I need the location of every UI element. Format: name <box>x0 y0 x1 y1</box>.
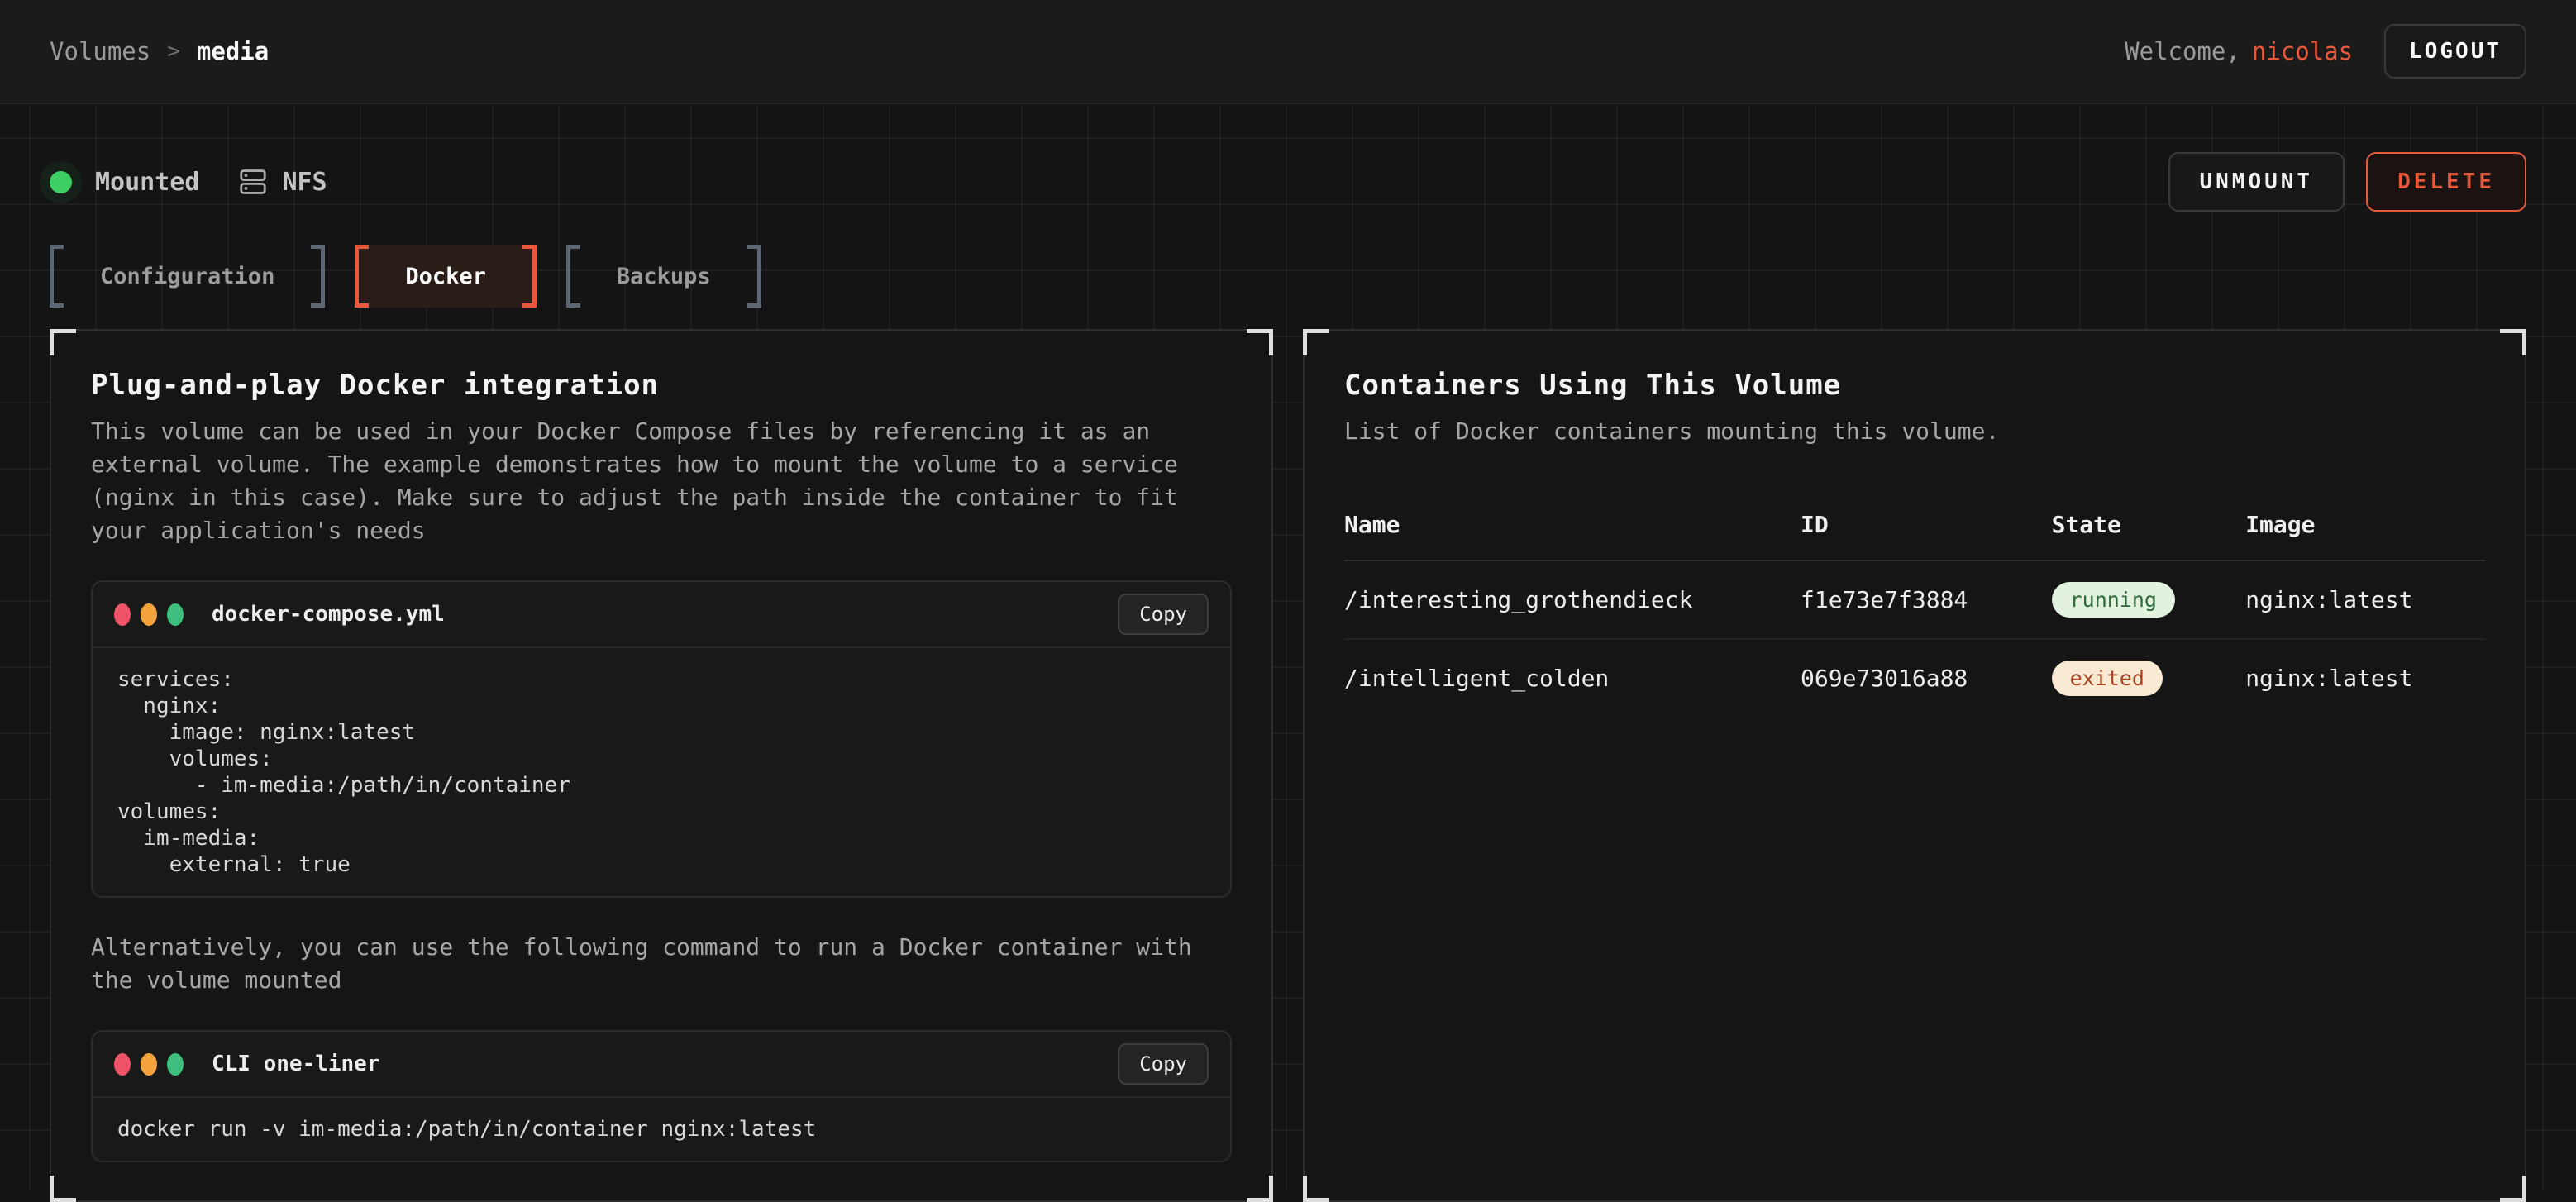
breadcrumb-volumes-link[interactable]: Volumes <box>50 37 150 65</box>
window-dot-red-icon <box>114 1053 131 1076</box>
column-header-image: Image <box>2245 499 2485 560</box>
panel-corner-icon <box>50 1176 76 1202</box>
username-text: nicolas <box>2252 37 2353 65</box>
panels-row: Plug-and-play Docker integration This vo… <box>50 329 2526 1202</box>
window-dot-red-icon <box>114 603 131 626</box>
compose-code-content: services: nginx: image: nginx:latest vol… <box>93 646 1230 896</box>
bracket-right-icon <box>522 245 537 308</box>
containers-table: Name ID State Image /interesting_grothen… <box>1344 499 2485 717</box>
logout-button[interactable]: LOGOUT <box>2384 24 2526 79</box>
tab-docker[interactable]: Docker <box>355 245 537 308</box>
column-header-id: ID <box>1801 499 2052 560</box>
docker-panel-description: This volume can be used in your Docker C… <box>91 415 1215 547</box>
panel-corner-icon <box>1247 329 1273 355</box>
compose-code-header: docker-compose.yml Copy <box>93 582 1230 646</box>
breadcrumb-current-volume: media <box>197 37 269 65</box>
mount-status-label: Mounted <box>95 168 199 197</box>
docker-panel-title: Plug-and-play Docker integration <box>91 369 1232 402</box>
panel-corner-icon <box>2500 1176 2526 1202</box>
containers-panel-subtitle: List of Docker containers mounting this … <box>1344 415 2469 448</box>
tab-configuration[interactable]: Configuration <box>50 245 325 308</box>
docker-integration-panel: Plug-and-play Docker integration This vo… <box>50 329 1273 1202</box>
compose-filename: docker-compose.yml <box>212 602 445 627</box>
cli-code-block: CLI one-liner Copy docker run -v im-medi… <box>91 1030 1232 1162</box>
tab-backups-label: Backups <box>580 245 747 308</box>
tab-bar: Configuration Docker Backups <box>50 245 2526 308</box>
state-badge: exited <box>2052 661 2163 696</box>
column-header-name: Name <box>1344 499 1801 560</box>
container-id: f1e73e7f3884 <box>1801 560 2052 639</box>
breadcrumb: Volumes > media <box>50 37 269 65</box>
panel-corner-icon <box>1303 1176 1329 1202</box>
cli-title: CLI one-liner <box>212 1052 380 1076</box>
panel-corner-icon <box>1247 1176 1273 1202</box>
cli-code-content: docker run -v im-media:/path/in/containe… <box>93 1096 1230 1161</box>
panel-corner-icon <box>50 329 76 355</box>
tab-backups[interactable]: Backups <box>566 245 761 308</box>
container-image: nginx:latest <box>2245 560 2485 639</box>
bracket-left-icon <box>566 245 580 308</box>
tab-docker-label: Docker <box>369 245 522 308</box>
table-row: /intelligent_colden 069e73016a88 exited … <box>1344 639 2485 717</box>
cli-intro-text: Alternatively, you can use the following… <box>91 931 1215 997</box>
volume-actions: UNMOUNT DELETE <box>2168 152 2527 212</box>
containers-panel: Containers Using This Volume List of Doc… <box>1303 329 2526 1202</box>
panel-corner-icon <box>1303 329 1329 355</box>
welcome-text: Welcome, <box>2125 37 2240 65</box>
unmount-button[interactable]: UNMOUNT <box>2168 152 2345 212</box>
container-name: /interesting_grothendieck <box>1344 560 1801 639</box>
fs-type-label: NFS <box>282 168 327 197</box>
copy-cli-button[interactable]: Copy <box>1118 1043 1209 1085</box>
window-dot-green-icon <box>167 603 184 626</box>
status-row: Mounted NFS UNMOUNT DELETE <box>50 152 2526 212</box>
containers-panel-title: Containers Using This Volume <box>1344 369 2485 402</box>
container-id: 069e73016a88 <box>1801 639 2052 717</box>
window-dot-yellow-icon <box>141 603 157 626</box>
container-name: /intelligent_colden <box>1344 639 1801 717</box>
state-badge: running <box>2052 582 2175 618</box>
container-image: nginx:latest <box>2245 639 2485 717</box>
bracket-right-icon <box>747 245 761 308</box>
tab-configuration-label: Configuration <box>64 245 311 308</box>
filesystem-type: NFS <box>237 166 327 198</box>
table-row: /interesting_grothendieck f1e73e7f3884 r… <box>1344 560 2485 639</box>
bracket-left-icon <box>50 245 64 308</box>
copy-compose-button[interactable]: Copy <box>1118 594 1209 635</box>
column-header-state: State <box>2052 499 2246 560</box>
server-stack-icon <box>237 166 269 198</box>
user-area: Welcome, nicolas LOGOUT <box>2125 24 2526 79</box>
volume-status: Mounted NFS <box>50 166 327 198</box>
main-content: Mounted NFS UNMOUNT DELETE Conf <box>0 104 2576 1192</box>
bracket-left-icon <box>355 245 369 308</box>
table-header-row: Name ID State Image <box>1344 499 2485 560</box>
panel-corner-icon <box>2500 329 2526 355</box>
cli-code-header: CLI one-liner Copy <box>93 1032 1230 1096</box>
mounted-status-dot-icon <box>50 171 72 193</box>
breadcrumb-separator-icon: > <box>167 39 180 64</box>
compose-code-block: docker-compose.yml Copy services: nginx:… <box>91 580 1232 898</box>
bracket-right-icon <box>311 245 325 308</box>
top-bar: Volumes > media Welcome, nicolas LOGOUT <box>0 0 2576 104</box>
window-dot-yellow-icon <box>141 1053 157 1076</box>
delete-button[interactable]: DELETE <box>2366 152 2526 212</box>
window-dot-green-icon <box>167 1053 184 1076</box>
